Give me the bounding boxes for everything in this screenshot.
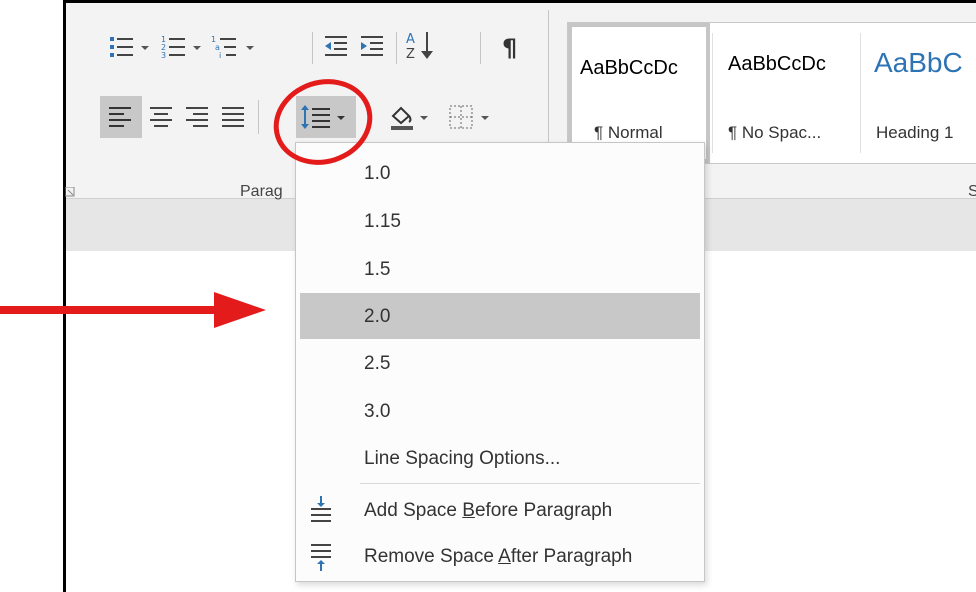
borders-icon — [449, 105, 489, 129]
line-spacing-menu: 1.0 1.15 1.5 2.0 2.5 3.0 Line Spacing Op… — [295, 142, 705, 582]
menu-item-label: Add Space Before Paragraph — [364, 500, 613, 521]
menu-item-3-0[interactable]: 3.0 — [300, 388, 700, 434]
style-name: ¶ Normal — [594, 123, 663, 142]
menu-item-label: 2.5 — [364, 353, 391, 374]
separator — [480, 32, 481, 64]
borders-button[interactable] — [446, 96, 496, 138]
align-right-icon — [186, 107, 208, 127]
menu-item-label: 3.0 — [364, 401, 391, 422]
sort-button[interactable]: A Z — [402, 28, 440, 64]
svg-text:i: i — [219, 51, 221, 60]
dialog-launcher-icon — [64, 186, 75, 197]
menu-item-label: 1.15 — [364, 211, 401, 232]
remove-space-after-icon — [311, 544, 331, 571]
bullets-button[interactable] — [108, 30, 152, 64]
align-left-button[interactable] — [100, 96, 142, 138]
numbering-button[interactable]: 1 2 3 — [160, 30, 204, 64]
menu-item-label: Line Spacing Options... — [364, 448, 561, 469]
sort-az-icon: A Z — [406, 32, 433, 62]
menu-item-label: 1.0 — [364, 163, 391, 184]
style-sample: AaBbCcDc — [728, 53, 826, 75]
align-center-button[interactable] — [144, 96, 180, 138]
separator — [396, 32, 397, 64]
align-right-button[interactable] — [180, 96, 216, 138]
justify-icon — [222, 107, 244, 127]
bullets-icon — [110, 37, 149, 57]
add-space-before-icon — [311, 496, 331, 522]
menu-item-label: 2.0 — [364, 306, 391, 327]
menu-item-2-0[interactable]: 2.0 — [300, 293, 700, 339]
separator — [312, 32, 313, 64]
show-hide-marks-button[interactable]: ¶ — [494, 30, 528, 64]
shading-button[interactable] — [386, 96, 434, 138]
style-name: Heading 1 — [876, 123, 954, 142]
svg-text:3: 3 — [161, 51, 166, 60]
menu-item-1-5[interactable]: 1.5 — [300, 246, 700, 292]
svg-text:¶: ¶ — [502, 34, 517, 62]
paragraph-dialog-launcher[interactable] — [64, 184, 75, 197]
multilevel-list-button[interactable]: 1 a i — [210, 30, 260, 64]
style-heading-1[interactable]: AaBbC Heading 1 — [862, 23, 976, 163]
paragraph-group-label: Parag — [240, 183, 283, 200]
paint-bucket-icon — [391, 106, 428, 130]
decrease-indent-icon — [325, 36, 347, 56]
annotation-arrow-icon — [0, 292, 266, 328]
separator — [258, 100, 259, 134]
remove-space-after-item[interactable]: Remove Space After Paragraph — [300, 533, 700, 579]
numbering-icon: 1 2 3 — [161, 35, 201, 60]
increase-indent-icon — [361, 36, 383, 56]
svg-text:Z: Z — [406, 47, 415, 62]
increase-indent-button[interactable] — [356, 30, 390, 64]
style-sample: AaBbC — [874, 47, 963, 78]
menu-separator — [360, 483, 700, 484]
menu-item-2-5[interactable]: 2.5 — [300, 340, 700, 386]
align-center-icon — [150, 107, 172, 127]
style-sample: AaBbCcDc — [580, 57, 678, 79]
style-name: ¶ No Spac... — [728, 123, 822, 142]
multilevel-list-icon: 1 a i — [211, 35, 254, 60]
separator — [860, 33, 861, 153]
line-spacing-options-item[interactable]: Line Spacing Options... — [300, 435, 700, 481]
separator — [712, 33, 713, 153]
menu-item-1-15[interactable]: 1.15 — [300, 198, 700, 244]
svg-text:A: A — [406, 32, 415, 47]
menu-item-label: Remove Space After Paragraph — [364, 546, 633, 567]
menu-item-1-0[interactable]: 1.0 — [300, 150, 700, 196]
menu-item-label: 1.5 — [364, 259, 391, 280]
pilcrow-icon: ¶ — [502, 34, 517, 62]
decrease-indent-button[interactable] — [320, 30, 354, 64]
styles-group-label: S — [968, 183, 976, 200]
justify-button[interactable] — [216, 96, 252, 138]
style-no-spacing[interactable]: AaBbCcDc ¶ No Spac... — [714, 23, 856, 163]
add-space-before-item[interactable]: Add Space Before Paragraph — [300, 487, 700, 533]
align-left-icon — [109, 107, 131, 127]
